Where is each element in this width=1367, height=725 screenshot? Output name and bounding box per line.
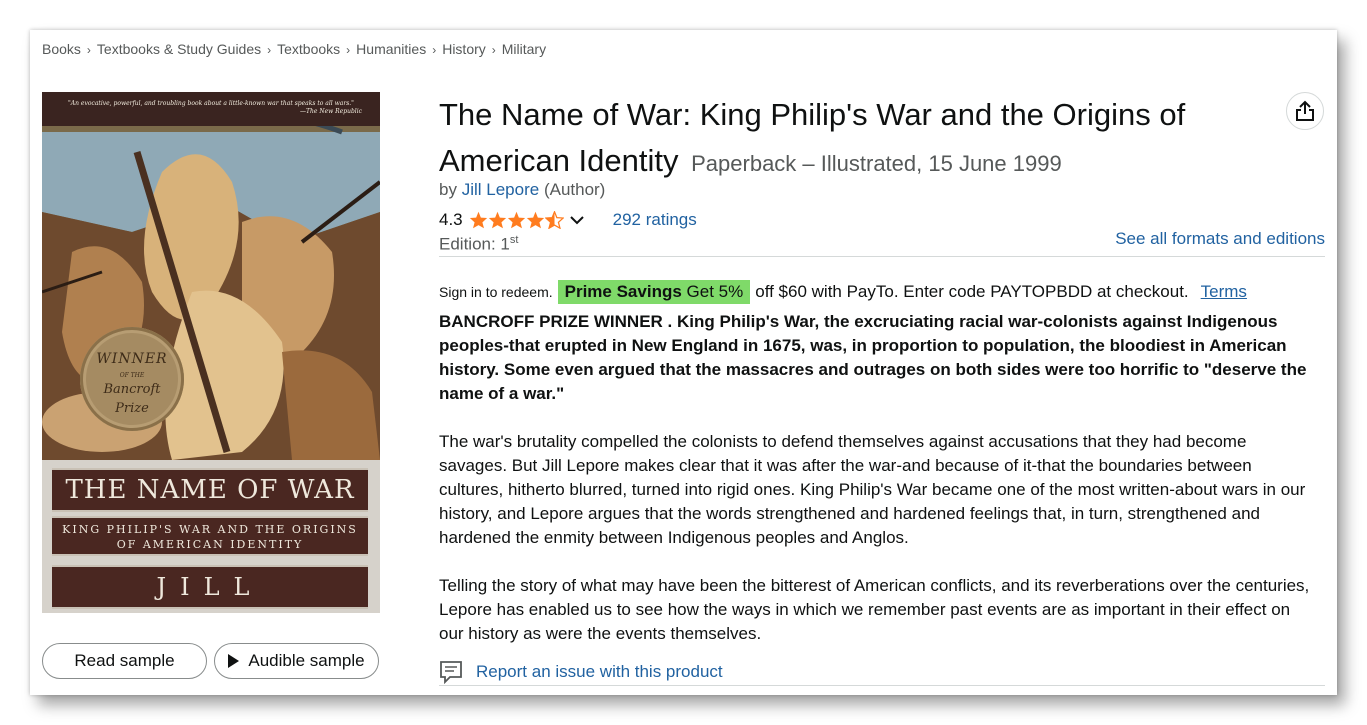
edition-superscript: st — [509, 234, 519, 246]
ratings-count-link[interactable]: 292 ratings — [613, 210, 697, 230]
feedback-icon — [440, 661, 462, 684]
product-title: The Name of War: King Philip's War and t… — [439, 92, 1289, 187]
prime-savings-bold: Prime Savings — [564, 282, 682, 301]
seal-bancroft-text: Bancroft — [103, 382, 161, 397]
cover-quote-text: "An evocative, powerful, and troubling b… — [68, 100, 354, 107]
author-role: (Author) — [543, 180, 606, 199]
breadcrumb-item-military[interactable]: Military — [502, 41, 546, 57]
seal-prize-text: Prize — [115, 401, 149, 416]
star-icon — [469, 211, 487, 229]
half-star-icon — [544, 211, 564, 229]
share-button[interactable] — [1286, 92, 1324, 130]
breadcrumb-separator-icon: › — [491, 43, 496, 57]
report-issue-row[interactable]: Report an issue with this product — [439, 660, 723, 684]
read-sample-button[interactable]: Read sample — [42, 643, 207, 679]
promo-text: off $60 with PayTo. Enter code PAYTOPBDD… — [755, 282, 1189, 301]
star-icon — [488, 211, 506, 229]
description-headline: BANCROFF PRIZE WINNER . King Philip's Wa… — [439, 312, 1307, 403]
prime-savings-badge: Prime Savings Get 5% — [557, 280, 751, 304]
edition-label: Edition: 1 — [439, 234, 510, 254]
bancroft-prize-seal: WINNER OF THE Bancroft Prize — [80, 327, 184, 431]
rating-value: 4.3 — [439, 210, 463, 229]
report-issue-link[interactable]: Report an issue with this product — [476, 662, 723, 682]
terms-link[interactable]: Terms — [1201, 282, 1247, 302]
byline-prefix: by — [439, 180, 457, 199]
divider — [439, 685, 1325, 686]
edition-info: Edition: 1st — [439, 234, 518, 255]
book-cover-image[interactable]: "An evocative, powerful, and troubling b… — [42, 92, 380, 613]
share-icon — [1296, 100, 1314, 121]
read-sample-label: Read sample — [74, 651, 175, 670]
play-icon — [228, 654, 240, 668]
description-paragraph: Telling the story of what may have been … — [439, 576, 1310, 643]
star-rating[interactable] — [469, 211, 564, 229]
star-icon — [507, 211, 525, 229]
breadcrumb-separator-icon: › — [86, 43, 91, 57]
author-link[interactable]: Jill Lepore — [462, 180, 540, 199]
byline: by Jill Lepore (Author) — [439, 180, 605, 200]
see-all-formats-link[interactable]: See all formats and editions — [1115, 229, 1325, 249]
prime-savings-percent: Get 5% — [686, 282, 744, 301]
rating-row: 4.3 292 ratings — [439, 208, 697, 232]
breadcrumb-separator-icon: › — [346, 43, 351, 57]
cover-quote-source: —The New Republic — [300, 107, 362, 115]
breadcrumb-item-textbooks[interactable]: Textbooks — [277, 41, 340, 57]
divider — [439, 256, 1325, 257]
breadcrumb-item-books[interactable]: Books — [42, 41, 81, 57]
description-paragraph: The war's brutality compelled the coloni… — [439, 432, 1306, 547]
audible-sample-button[interactable]: Audible sample — [214, 643, 379, 679]
product-format: Paperback – Illustrated, 15 June 1999 — [691, 151, 1062, 176]
breadcrumb-item-humanities[interactable]: Humanities — [356, 41, 426, 57]
star-icon — [526, 211, 544, 229]
chevron-down-icon[interactable] — [569, 214, 585, 226]
cover-title: THE NAME OF WAR — [52, 468, 368, 512]
breadcrumb-separator-icon: › — [432, 43, 437, 57]
breadcrumb-separator-icon: › — [267, 43, 272, 57]
cover-subtitle: KING PHILIP'S WAR AND THE ORIGINS OF AME… — [52, 516, 368, 556]
page-frame: Books › Textbooks & Study Guides › Textbooks… — [30, 30, 1337, 695]
promo-row: Sign in to redeem. Prime Savings Get 5% … — [439, 280, 1247, 304]
cover-quote: "An evocative, powerful, and troubling b… — [50, 100, 372, 115]
breadcrumb-item-history[interactable]: History — [442, 41, 486, 57]
seal-of-the-text: OF THE — [119, 372, 145, 379]
audible-sample-label: Audible sample — [248, 651, 365, 670]
breadcrumb-item-textbooks-study-guides[interactable]: Textbooks & Study Guides — [97, 41, 261, 57]
breadcrumb: Books › Textbooks & Study Guides › Textbooks… — [42, 41, 546, 57]
cover-author: JILL LEPORE — [52, 565, 368, 609]
signin-redeem-text: Sign in to redeem. — [439, 284, 553, 300]
seal-winner-text: WINNER — [96, 351, 168, 367]
